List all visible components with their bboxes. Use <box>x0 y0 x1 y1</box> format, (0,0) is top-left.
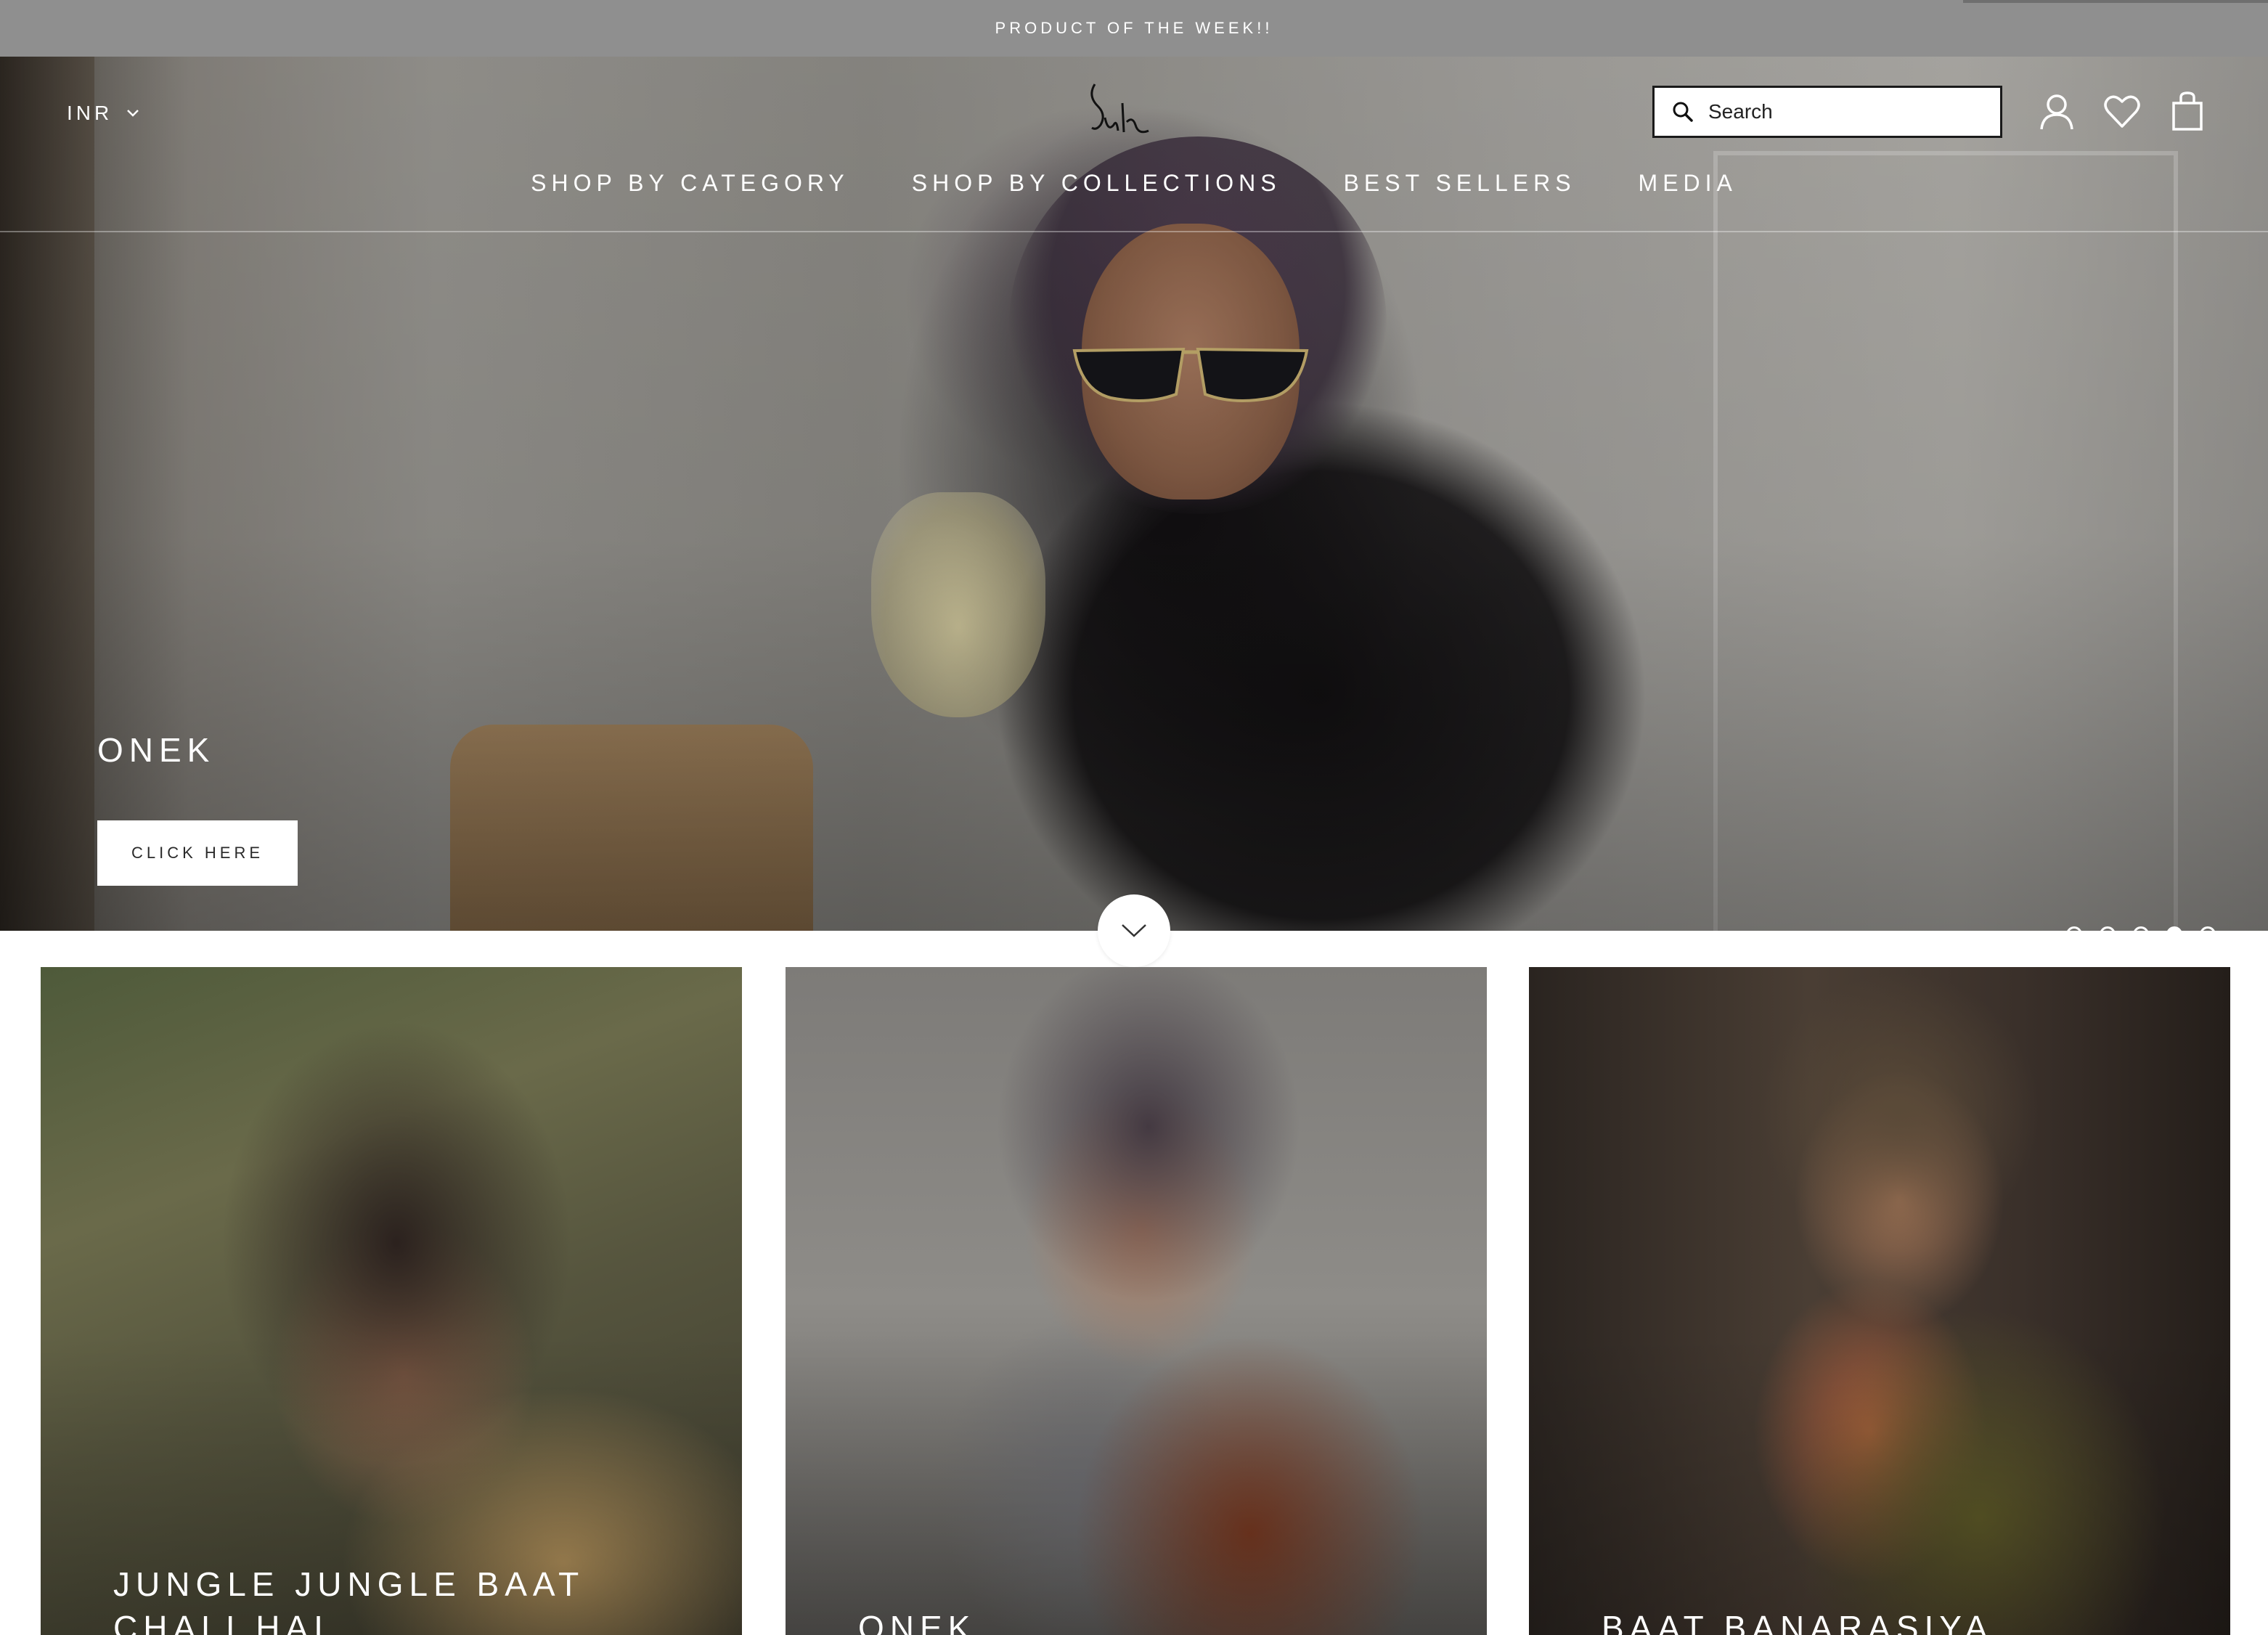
announcement-bar[interactable]: PRODUCT OF THE WEEK!! <box>0 0 2268 57</box>
collection-card-onek[interactable]: ONEK <box>786 967 1487 1635</box>
cart-bag-icon[interactable] <box>2166 90 2208 132</box>
wishlist-heart-icon[interactable] <box>2101 90 2143 132</box>
search-bar[interactable] <box>1652 86 2002 138</box>
hero-cta-button[interactable]: CLICK HERE <box>97 820 298 886</box>
main-navigation: SHOP BY CATEGORY SHOP BY COLLECTIONS BES… <box>0 170 2268 211</box>
nav-shop-by-category[interactable]: SHOP BY CATEGORY <box>531 170 849 211</box>
currency-label: INR <box>67 102 113 124</box>
collection-card-image <box>786 967 1487 1635</box>
nav-best-sellers[interactable]: BEST SELLERS <box>1344 170 1576 211</box>
nav-media[interactable]: MEDIA <box>1639 170 1737 211</box>
slideshow-pagination <box>2066 926 2216 931</box>
collection-card-baat-banarasiya[interactable]: BAAT BANARASIYA <box>1529 967 2230 1635</box>
currency-selector[interactable]: INR <box>67 100 140 126</box>
announcement-text: PRODUCT OF THE WEEK!! <box>995 19 1273 37</box>
slide-dot-5[interactable] <box>2200 926 2216 931</box>
account-icon[interactable] <box>2036 90 2078 132</box>
collection-card-image <box>41 967 742 1635</box>
scroll-down-button[interactable] <box>1098 894 1170 967</box>
collection-card-title: ONEK <box>858 1609 976 1635</box>
chevron-down-icon <box>127 110 139 117</box>
nav-shop-by-collections[interactable]: SHOP BY COLLECTIONS <box>912 170 1281 211</box>
chevron-down-icon <box>1122 924 1146 937</box>
collection-card-title: BAAT BANARASIYA <box>1602 1609 1994 1635</box>
slide-dot-3[interactable] <box>2133 926 2149 931</box>
slide-dot-2[interactable] <box>2100 926 2116 931</box>
collection-card-jungle-jungle[interactable]: JUNGLE JUNGLE BAAT CHALI HAI <box>41 967 742 1635</box>
header-divider <box>0 231 2268 232</box>
brand-logo[interactable] <box>1082 74 1162 147</box>
slide-dot-4[interactable] <box>2166 926 2182 931</box>
collection-card-title: JUNGLE JUNGLE BAAT CHALI HAI <box>113 1565 584 1635</box>
collection-card-image <box>1529 967 2230 1635</box>
search-input[interactable] <box>1707 99 1997 124</box>
announcement-accent <box>1963 0 2268 3</box>
search-icon <box>1673 102 1693 122</box>
slide-dot-1[interactable] <box>2066 926 2082 931</box>
hero-title: ONEK <box>97 731 216 769</box>
